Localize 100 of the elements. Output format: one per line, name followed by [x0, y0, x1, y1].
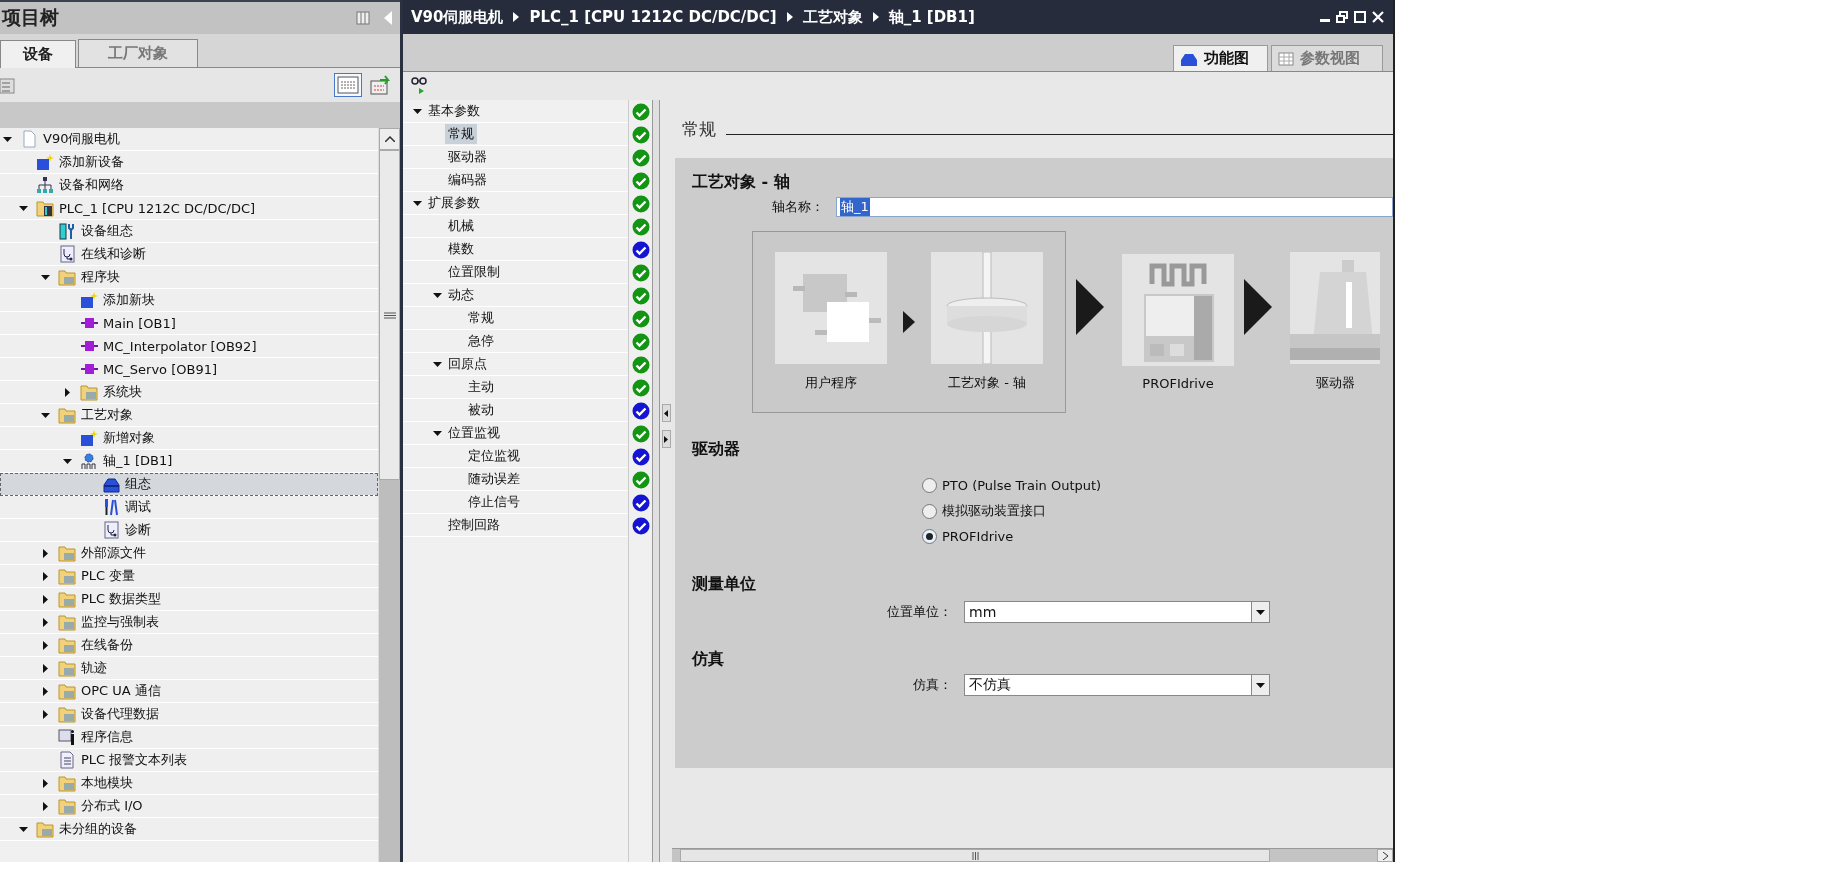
folder-icon: [58, 659, 76, 677]
tree-item[interactable]: 添加新块: [0, 289, 378, 312]
nav-item[interactable]: 位置限制: [403, 261, 628, 284]
nav-item[interactable]: 模数: [403, 238, 628, 261]
scrollbar-thumb[interactable]: [680, 849, 1270, 862]
tools-icon: [102, 498, 120, 516]
expand-arrow-icon[interactable]: [40, 778, 50, 788]
collapse-arrow-icon[interactable]: [40, 272, 50, 282]
collapse-left-button[interactable]: [661, 404, 671, 422]
nav-item[interactable]: 机械: [403, 215, 628, 238]
expand-arrow-icon[interactable]: [40, 617, 50, 627]
nav-item[interactable]: 常规: [403, 123, 628, 146]
folder-icon: [36, 820, 54, 838]
scroll-up-button[interactable]: [379, 128, 400, 150]
caret-down-icon: [1256, 609, 1265, 615]
collapse-arrow-icon[interactable]: [62, 456, 72, 466]
collapse-arrow-icon[interactable]: [432, 359, 442, 369]
tree-item[interactable]: 添加新设备: [0, 151, 378, 174]
breadcrumb-item: 轴_1 [DB1]: [888, 7, 975, 27]
list-icon: [58, 751, 76, 769]
restore-button[interactable]: [1335, 10, 1349, 24]
tree-item[interactable]: 设备组态: [0, 220, 378, 243]
collapse-arrow-icon[interactable]: [412, 198, 422, 208]
radio-button[interactable]: [922, 478, 937, 493]
tree-item[interactable]: 轴_1 [DB1]: [0, 450, 378, 473]
diagram-caption: 工艺对象 - 轴: [948, 374, 1026, 392]
tree-item[interactable]: 新增对象: [0, 427, 378, 450]
collapse-arrow-icon[interactable]: [18, 824, 28, 834]
grip-icon: [971, 851, 979, 860]
section-heading: 测量单位: [692, 574, 757, 595]
radio-option[interactable]: PROFIdrive: [922, 529, 1393, 544]
collapse-arrow-icon[interactable]: [432, 428, 442, 438]
expand-arrow-icon[interactable]: [40, 640, 50, 650]
nav-item[interactable]: 随动误差: [403, 468, 628, 491]
tree-item[interactable]: 组态: [0, 473, 378, 496]
nav-item[interactable]: 驱动器: [403, 146, 628, 169]
caret-up-icon: [384, 136, 395, 142]
expand-arrow-icon[interactable]: [40, 571, 50, 581]
radio-option[interactable]: PTO (Pulse Train Output): [922, 478, 1393, 493]
tree-item[interactable]: 调试: [0, 496, 378, 519]
tree-item[interactable]: 程序信息: [0, 726, 378, 749]
nav-item[interactable]: 位置监视: [403, 422, 628, 445]
expand-arrow-icon[interactable]: [40, 709, 50, 719]
nav-item[interactable]: 停止信号: [403, 491, 628, 514]
dropdown[interactable]: 不仿真: [964, 674, 1270, 696]
expand-arrow-icon[interactable]: [62, 387, 72, 397]
maximize-icon: [1354, 11, 1366, 23]
export-icon[interactable]: [370, 75, 392, 95]
maximize-button[interactable]: [1353, 10, 1367, 24]
nav-item[interactable]: 主动: [403, 376, 628, 399]
field-label: 位置单位：: [886, 603, 953, 621]
nav-item[interactable]: 常规: [403, 307, 628, 330]
separator-arrow-icon: [872, 12, 879, 22]
add-icon: [36, 153, 54, 171]
collapse-arrow-icon[interactable]: [18, 203, 28, 213]
restore-icon: [1336, 11, 1348, 23]
expand-arrow-icon[interactable]: [40, 594, 50, 604]
expand-arrow-icon[interactable]: [40, 663, 50, 673]
nav-item[interactable]: 动态: [403, 284, 628, 307]
expand-arrow-icon[interactable]: [40, 801, 50, 811]
nav-item[interactable]: 急停: [403, 330, 628, 353]
panel-heading: 工艺对象 - 轴: [692, 172, 791, 193]
expand-arrow-icon[interactable]: [40, 548, 50, 558]
scrollbar-thumb[interactable]: [379, 150, 400, 480]
nav-item[interactable]: 被动: [403, 399, 628, 422]
expand-right-button[interactable]: [661, 430, 671, 448]
radio-button[interactable]: [922, 529, 937, 544]
view-tab[interactable]: 功能图: [1173, 45, 1268, 71]
nav-item[interactable]: 定位监视: [403, 445, 628, 468]
nav-item[interactable]: 控制回路: [403, 514, 628, 537]
dropdown[interactable]: mm: [964, 601, 1270, 623]
tree-item[interactable]: 在线和诊断: [0, 243, 378, 266]
folder-icon: [58, 544, 76, 562]
collapse-arrow-icon[interactable]: [2, 134, 12, 144]
collapse-arrow-icon[interactable]: [40, 410, 50, 420]
list-view-button[interactable]: [334, 73, 362, 97]
close-icon: [1372, 11, 1384, 23]
radio-button[interactable]: [922, 503, 937, 519]
collapse-arrow-icon[interactable]: [432, 290, 442, 300]
glasses-icon[interactable]: [411, 76, 429, 96]
expand-arrow-icon[interactable]: [40, 686, 50, 696]
tree-item[interactable]: 设备和网络: [0, 174, 378, 197]
tree-item[interactable]: V90伺服电机: [0, 128, 378, 151]
plc-icon: [36, 199, 54, 217]
split-view-icon[interactable]: [356, 11, 370, 25]
axis-name-field[interactable]: 轴_1: [836, 197, 1393, 217]
radio-option[interactable]: 模拟驱动装置接口: [922, 502, 1393, 520]
nav-item[interactable]: 回原点: [403, 353, 628, 376]
field-label: 仿真：: [912, 676, 953, 694]
tree-item[interactable]: 诊断: [0, 519, 378, 542]
tree-item[interactable]: PLC 报警文本列表: [0, 749, 378, 772]
scroll-right-button[interactable]: [1377, 849, 1393, 862]
close-button[interactable]: [1371, 10, 1385, 24]
collapse-arrow-icon[interactable]: [412, 106, 422, 116]
folder-icon: [58, 797, 76, 815]
nav-item[interactable]: 编码器: [403, 169, 628, 192]
caret-right-icon: [1382, 851, 1388, 860]
nav-item[interactable]: 基本参数: [403, 100, 628, 123]
nav-item[interactable]: 扩展参数: [403, 192, 628, 215]
panel-tab[interactable]: 设备: [0, 40, 76, 68]
